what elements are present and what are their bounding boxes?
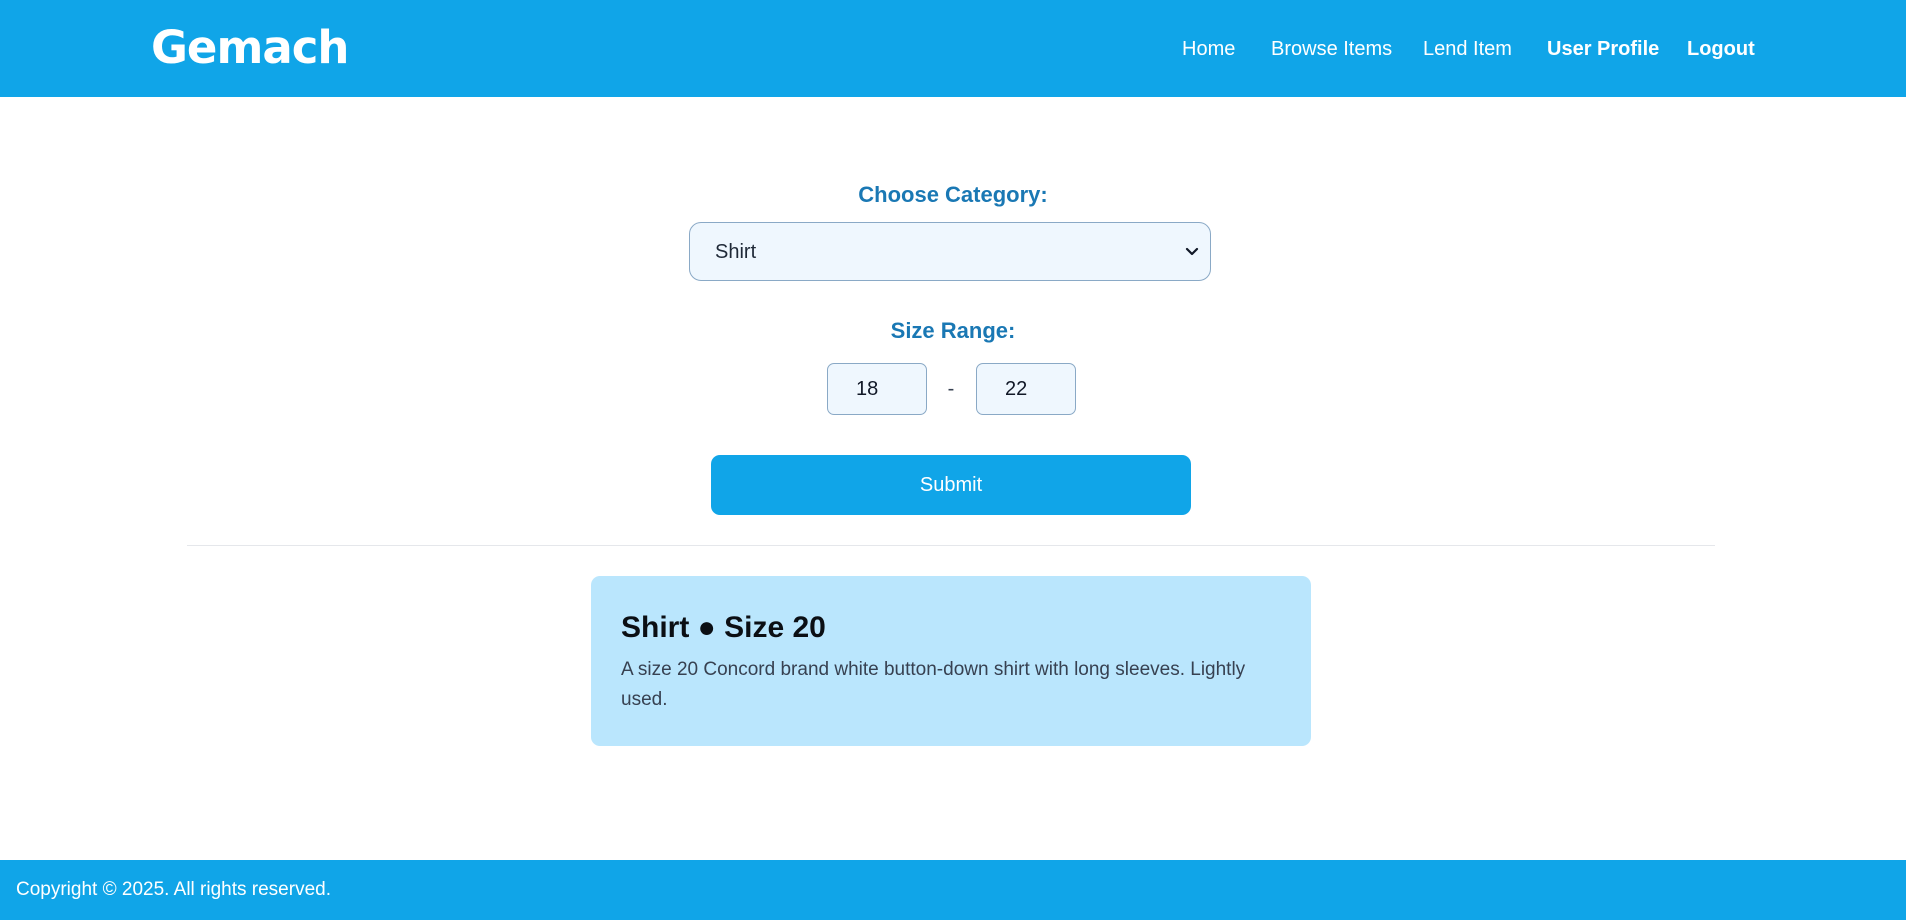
site-footer: Copyright © 2025. All rights reserved. — [0, 860, 1906, 920]
nav-home[interactable]: Home — [1182, 34, 1235, 64]
nav-lend-item[interactable]: Lend Item — [1423, 34, 1512, 64]
nav-logout[interactable]: Logout — [1687, 34, 1755, 64]
size-max-input[interactable] — [976, 363, 1076, 415]
divider — [187, 545, 1715, 546]
chevron-down-icon — [1185, 247, 1199, 256]
result-card-title: Shirt ● Size 20 — [621, 611, 826, 644]
size-range-separator: - — [947, 378, 955, 400]
footer-copyright: Copyright © 2025. All rights reserved. — [16, 879, 331, 900]
size-min-input[interactable] — [827, 363, 927, 415]
site-header: Gemach Home Browse Items Lend Item User … — [0, 0, 1906, 97]
category-select-value: Shirt — [715, 241, 757, 263]
nav-browse-items[interactable]: Browse Items — [1271, 34, 1392, 64]
category-select[interactable]: Shirt — [689, 222, 1211, 281]
size-range-label: Size Range: — [890, 318, 1016, 343]
submit-button[interactable]: Submit — [711, 455, 1191, 515]
result-card[interactable]: Shirt ● Size 20 A size 20 Concord brand … — [591, 576, 1311, 746]
category-label: Choose Category: — [858, 182, 1048, 207]
result-card-description: A size 20 Concord brand white button-dow… — [621, 659, 1246, 710]
site-logo[interactable]: Gemach — [151, 22, 349, 74]
nav-user-profile[interactable]: User Profile — [1547, 34, 1659, 64]
